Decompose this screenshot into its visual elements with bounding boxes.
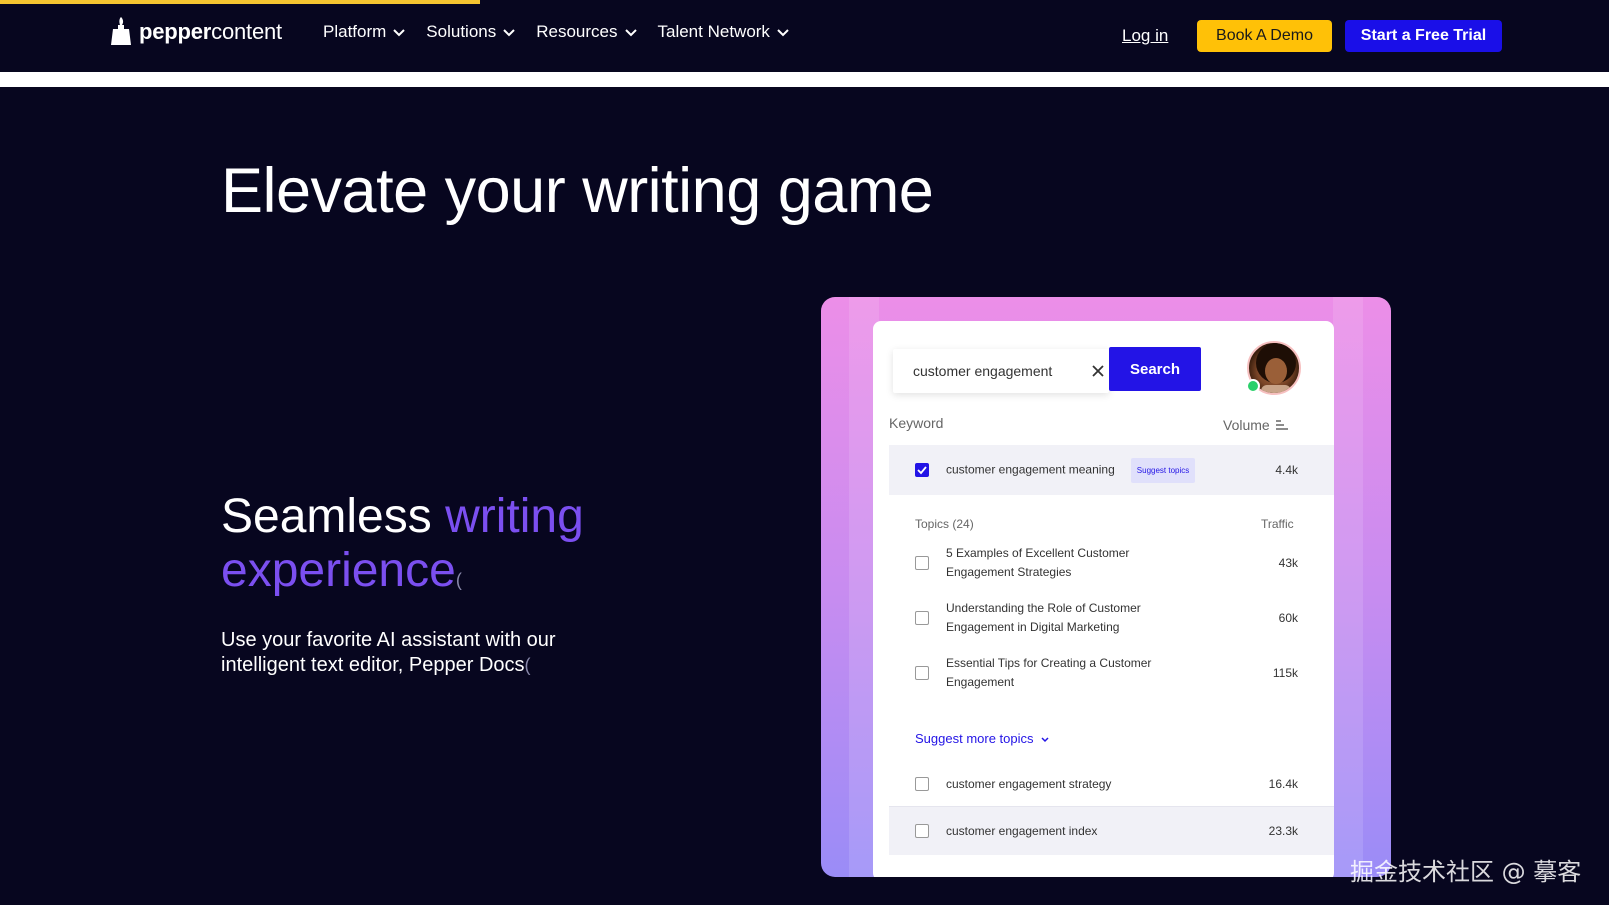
checkbox[interactable]: [915, 556, 929, 570]
keyword-text: customer engagement meaning: [946, 462, 1115, 477]
topic-line-1: 5 Examples of Excellent Customer: [946, 546, 1130, 560]
topic-row[interactable]: 5 Examples of Excellent Customer Engagem…: [889, 543, 1334, 583]
online-status-dot: [1246, 379, 1260, 393]
watermark-text: 掘金技术社区 @ 摹客: [1350, 858, 1582, 886]
topic-line-2: Engagement in Digital Marketing: [946, 620, 1120, 634]
feature-description: Use your favorite AI assistant with our …: [221, 628, 621, 678]
checkbox[interactable]: [915, 824, 929, 838]
topic-line-2: Engagement: [946, 675, 1015, 689]
topic-traffic: 60k: [1278, 611, 1298, 625]
close-icon[interactable]: [1089, 362, 1107, 380]
topic-line-1: Essential Tips for Creating a Customer: [946, 656, 1152, 670]
checkbox[interactable]: [915, 777, 929, 791]
glow-band-right: [1333, 297, 1363, 877]
nav-platform[interactable]: Platform: [323, 22, 406, 42]
suggest-more-topics-link[interactable]: Suggest more topics: [915, 731, 1050, 746]
main-nav: Platform Solutions Resources Talent Netw…: [323, 22, 790, 42]
hero-title: Elevate your writing game: [221, 156, 934, 226]
login-link[interactable]: Log in: [1122, 26, 1168, 46]
nav-solutions-label: Solutions: [426, 22, 497, 41]
pepper-logo-icon: [111, 17, 131, 45]
nav-resources-label: Resources: [536, 22, 618, 41]
keyword-volume: 16.4k: [1268, 777, 1298, 791]
check-icon: [917, 466, 927, 475]
chevron-down-icon: [503, 29, 515, 37]
feature-heading: Seamless writing experience(: [221, 490, 661, 607]
top-navbar: peppercontent Platform Solutions Resourc…: [0, 0, 1609, 72]
traffic-header: Traffic: [1261, 517, 1294, 531]
chevron-down-icon: [624, 29, 637, 37]
topic-row[interactable]: Essential Tips for Creating a Customer E…: [889, 653, 1334, 693]
topics-count-header: Topics (24): [915, 517, 974, 531]
scroll-progress-bar: [0, 0, 480, 4]
keyword-volume: 23.3k: [1268, 824, 1298, 838]
keyword-research-card: customer engagement Search Keyword Volum…: [873, 321, 1334, 877]
product-mockup: customer engagement Search Keyword Volum…: [821, 297, 1391, 877]
nav-talent-network-label: Talent Network: [657, 22, 770, 41]
feature-description-text: Use your favorite AI assistant with our …: [221, 629, 556, 676]
header-divider-strip: [0, 72, 1609, 87]
book-demo-button[interactable]: Book A Demo: [1197, 20, 1332, 52]
typing-cursor-icon: (: [455, 570, 462, 590]
suggest-more-label: Suggest more topics: [915, 731, 1034, 746]
keyword-label: customer engagement strategy: [946, 776, 1112, 791]
keyword-label: customer engagement index: [946, 823, 1098, 838]
pepper-content-logo[interactable]: peppercontent: [109, 14, 282, 50]
keyword-row[interactable]: customer engagement strategy 16.4k: [889, 764, 1334, 804]
topic-label: Understanding the Role of Customer Engag…: [946, 599, 1141, 637]
search-input-value: customer engagement: [913, 363, 1053, 379]
typing-cursor-icon: (: [524, 655, 531, 675]
feature-heading-plain: Seamless: [221, 490, 446, 543]
sort-icon: [1275, 420, 1288, 430]
nav-solutions[interactable]: Solutions: [426, 22, 516, 42]
chevron-down-icon: [777, 29, 789, 37]
nav-platform-label: Platform: [323, 22, 387, 41]
topic-traffic: 43k: [1278, 556, 1298, 570]
logo-wordmark: peppercontent: [139, 19, 282, 44]
nav-talent-network[interactable]: Talent Network: [658, 22, 790, 42]
checkbox[interactable]: [915, 611, 929, 625]
volume-label: Volume: [1223, 417, 1270, 433]
topic-row[interactable]: Understanding the Role of Customer Engag…: [889, 598, 1334, 638]
keyword-volume: 4.4k: [1275, 463, 1298, 477]
topic-traffic: 115k: [1272, 666, 1298, 680]
nav-resources[interactable]: Resources: [536, 22, 637, 42]
checkbox[interactable]: [915, 666, 929, 680]
checkbox-checked[interactable]: [915, 463, 929, 477]
topic-line-2: Engagement Strategies: [946, 565, 1072, 579]
column-header-keyword: Keyword: [889, 415, 944, 431]
topic-line-1: Understanding the Role of Customer: [946, 601, 1141, 615]
search-button[interactable]: Search: [1109, 347, 1201, 391]
chevron-down-icon: [393, 29, 406, 37]
chevron-down-icon: [1040, 736, 1049, 742]
keyword-row[interactable]: customer engagement index 23.3k: [889, 807, 1334, 855]
start-free-trial-button[interactable]: Start a Free Trial: [1345, 20, 1502, 52]
keyword-search-input[interactable]: customer engagement: [893, 349, 1109, 393]
suggest-topics-badge[interactable]: Suggest topics: [1130, 457, 1196, 483]
column-header-volume[interactable]: Volume: [1223, 417, 1288, 433]
topic-label: 5 Examples of Excellent Customer Engagem…: [946, 544, 1129, 582]
topic-label: Essential Tips for Creating a Customer E…: [946, 654, 1151, 692]
keyword-row-primary[interactable]: customer engagement meaning Suggest topic…: [889, 445, 1334, 495]
keyword-label: customer engagement meaning Suggest topic…: [946, 457, 1196, 483]
